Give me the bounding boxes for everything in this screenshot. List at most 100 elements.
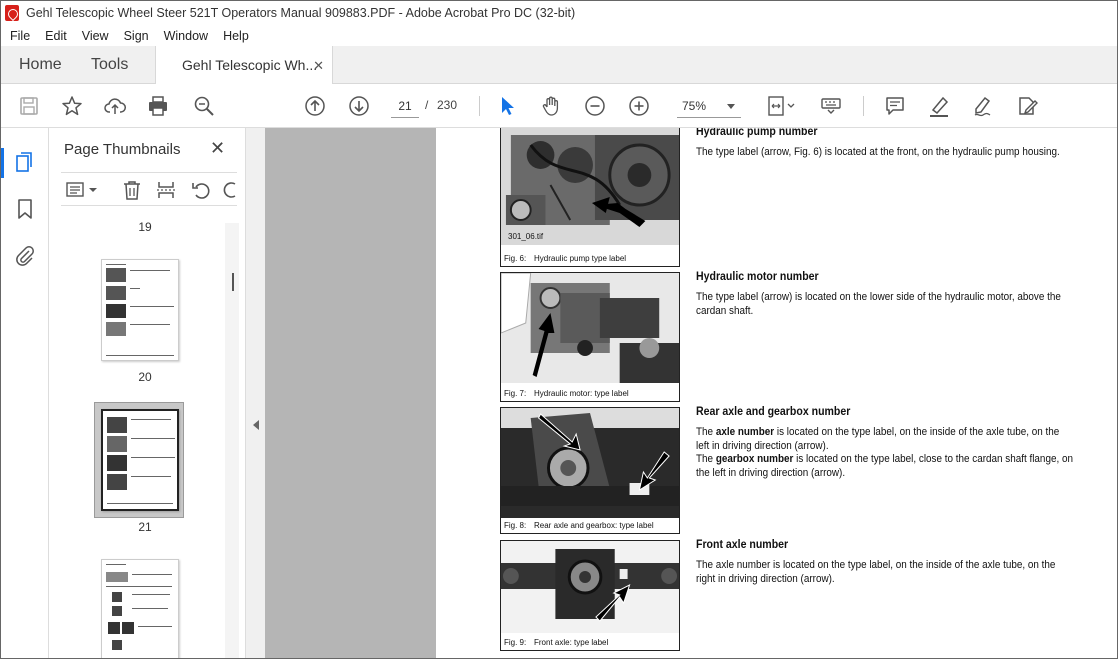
page-thumbnail-22[interactable] xyxy=(101,559,179,658)
zoom-in-icon[interactable] xyxy=(627,94,651,118)
bookmarks-icon[interactable] xyxy=(13,197,37,221)
sign-pen-icon[interactable] xyxy=(971,94,995,118)
thumbnail-text xyxy=(130,306,174,307)
rotate-left-icon[interactable] xyxy=(190,179,212,201)
bookmark-star-icon[interactable] xyxy=(60,94,84,118)
zoom-level-select[interactable]: 75% xyxy=(677,94,741,118)
collapse-panel-icon[interactable] xyxy=(253,420,259,430)
thumbnail-image xyxy=(107,436,127,452)
thumbnail-page-number: 19 xyxy=(138,220,152,234)
rail-active-indicator xyxy=(1,148,4,178)
thumbnail-image xyxy=(112,640,122,650)
thumbnail-image xyxy=(106,286,126,300)
front-axle-photo xyxy=(501,541,679,633)
previous-page-icon[interactable] xyxy=(303,94,327,118)
section-body: The type label (arrow, Fig. 6) is locate… xyxy=(696,146,1060,158)
figure-9: Fig. 9: Front axle: type label xyxy=(500,540,680,651)
menu-window[interactable]: Window xyxy=(158,29,214,43)
menu-bar: File Edit View Sign Window Help xyxy=(1,25,1117,46)
menu-view[interactable]: View xyxy=(76,29,115,43)
thumbnail-image xyxy=(107,417,127,433)
figure-6: 301_06.tif Fig. 6: Hydraulic pump type la… xyxy=(500,128,680,267)
thumbnail-page-number: 20 xyxy=(138,370,152,384)
toolbar-divider xyxy=(863,96,864,116)
hydraulic-pump-photo xyxy=(501,128,679,245)
page-thumbnail-21[interactable] xyxy=(101,409,179,511)
figure-file-name: 301_06.tif xyxy=(508,232,544,241)
close-panel-icon[interactable]: ✕ xyxy=(210,138,225,159)
figure-7: Fig. 7: Hydraulic motor: type label xyxy=(500,272,680,402)
section-heading: Front axle number xyxy=(696,537,789,551)
menu-help[interactable]: Help xyxy=(217,29,255,43)
thumbnail-text xyxy=(131,419,171,420)
menu-edit[interactable]: Edit xyxy=(39,29,73,43)
print-icon[interactable] xyxy=(146,94,170,118)
rotate-right-icon[interactable] xyxy=(221,179,237,201)
zoom-out-icon[interactable] xyxy=(583,94,607,118)
save-icon[interactable] xyxy=(17,94,41,118)
panel-title: Page Thumbnails xyxy=(64,141,181,158)
figure-caption: Fig. 8: Rear axle and gearbox: type label xyxy=(504,521,654,530)
toolbar-divider xyxy=(479,96,480,116)
menu-file[interactable]: File xyxy=(4,29,36,43)
page-thumbnail-20[interactable] xyxy=(101,259,179,361)
tab-document[interactable]: Gehl Telescopic Wh... ✕ xyxy=(155,46,333,84)
section-body: The axle number is located on the type l… xyxy=(696,426,1073,479)
fill-sign-icon[interactable] xyxy=(1015,94,1039,118)
rear-axle-gearbox-photo xyxy=(501,408,679,518)
thumbnail-text xyxy=(131,476,171,477)
thumbnail-image xyxy=(112,592,122,602)
thumbnail-text xyxy=(106,264,126,265)
attachments-icon[interactable] xyxy=(13,244,37,268)
comment-icon[interactable] xyxy=(883,94,907,118)
thumbnails-list: 19 20 21 xyxy=(61,208,229,658)
thumbnail-image xyxy=(106,268,126,282)
current-page-input[interactable]: 21 xyxy=(391,94,419,118)
figure-caption: Fig. 7: Hydraulic motor: type label xyxy=(504,389,629,398)
panel-splitter[interactable] xyxy=(245,128,265,658)
options-menu-icon[interactable] xyxy=(65,179,101,201)
highlight-pen-icon[interactable] xyxy=(927,94,951,118)
thumbnail-text xyxy=(130,288,140,289)
section-heading: Hydraulic pump number xyxy=(696,128,818,138)
thumbnail-text xyxy=(132,594,170,595)
hydraulic-motor-photo xyxy=(501,273,679,383)
insert-page-icon[interactable] xyxy=(155,179,177,201)
thumbnail-image xyxy=(112,606,122,616)
thumbnail-page-number: 21 xyxy=(138,520,152,534)
zoom-level-value: 75% xyxy=(682,99,707,113)
tab-tools[interactable]: Tools xyxy=(91,46,128,83)
document-viewport[interactable]: 301_06.tif Fig. 6: Hydraulic pump type la… xyxy=(265,128,1117,658)
thumbnail-text xyxy=(132,574,172,575)
keyboard-icon[interactable] xyxy=(819,94,843,118)
next-page-icon[interactable] xyxy=(347,94,371,118)
navigation-rail xyxy=(1,128,49,658)
thumbnail-image xyxy=(106,304,126,318)
thumbnail-footer xyxy=(107,503,173,504)
page-thumbnails-icon[interactable] xyxy=(13,150,37,174)
section-body: The axle number is located on the type l… xyxy=(696,559,1056,585)
thumbnail-text xyxy=(131,438,175,439)
upload-cloud-icon[interactable] xyxy=(103,94,127,118)
thumbnail-text xyxy=(138,626,172,627)
acrobat-icon xyxy=(5,5,19,21)
section-body: The type label (arrow) is located on the… xyxy=(696,291,1061,317)
figure-caption: Fig. 9: Front axle: type label xyxy=(504,638,609,647)
menu-sign[interactable]: Sign xyxy=(118,29,155,43)
page-separator: / xyxy=(425,98,429,112)
thumbnail-image xyxy=(122,622,134,634)
thumbnail-image xyxy=(108,622,120,634)
toolbar: 21 / 230 75% xyxy=(1,84,1117,128)
thumbnail-image xyxy=(107,455,127,471)
select-cursor-icon[interactable] xyxy=(495,94,519,118)
scrollbar-thumb[interactable] xyxy=(232,273,234,291)
fit-page-icon[interactable] xyxy=(765,94,797,118)
close-tab-icon[interactable]: ✕ xyxy=(313,58,324,74)
tab-document-label: Gehl Telescopic Wh... xyxy=(182,57,318,73)
hand-tool-icon[interactable] xyxy=(539,94,563,118)
find-zoom-icon[interactable] xyxy=(192,94,216,118)
thumbnails-panel: Page Thumbnails ✕ 19 20 21 xyxy=(49,128,245,658)
thumbnail-text xyxy=(130,270,170,271)
delete-page-icon[interactable] xyxy=(121,179,143,201)
tab-home[interactable]: Home xyxy=(19,46,62,83)
